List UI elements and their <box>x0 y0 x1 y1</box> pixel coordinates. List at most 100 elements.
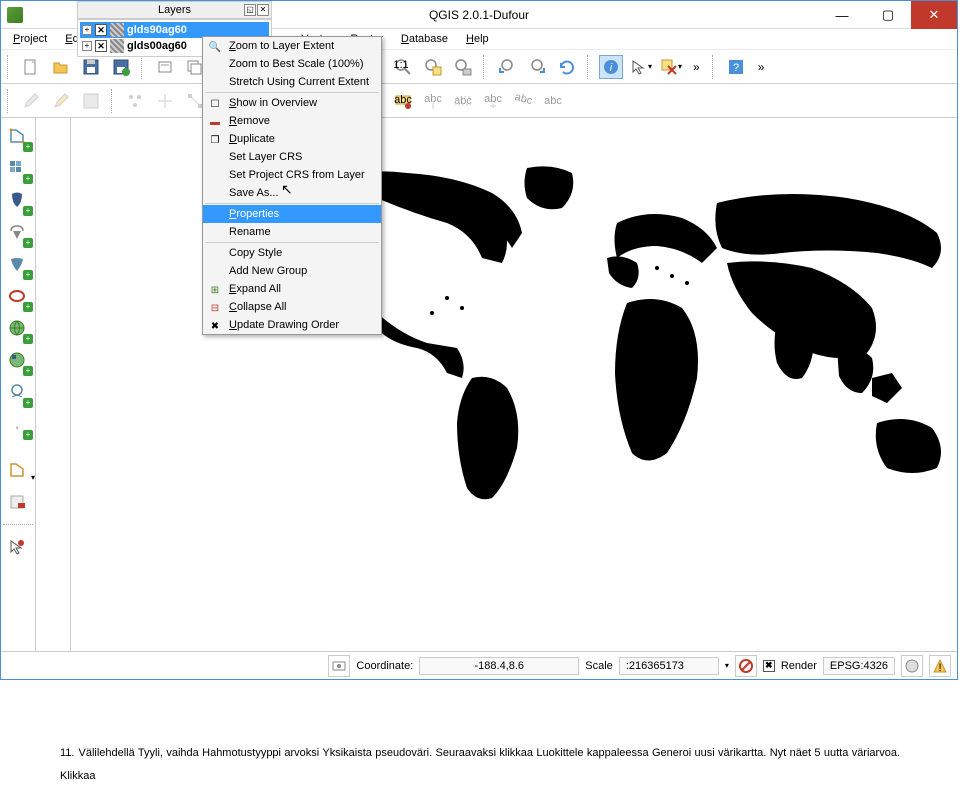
map-canvas[interactable] <box>307 118 957 651</box>
zoom-layer-button[interactable] <box>451 55 475 79</box>
label-change-button: abc <box>541 89 565 113</box>
qgis-icon <box>7 7 23 23</box>
gps-button[interactable] <box>3 533 31 561</box>
cm-zoom-extent[interactable]: 🔍Zoom to Layer Extent <box>203 37 381 55</box>
svg-text:!: ! <box>938 662 941 674</box>
instruction-caption: 11.Välilehdellä Tyyli, vaihda Hahmotusty… <box>60 741 900 786</box>
remove-icon: ▬ <box>207 114 223 130</box>
cm-stretch[interactable]: Stretch Using Current Extent <box>203 73 381 91</box>
add-wms-button[interactable]: + <box>3 314 31 342</box>
add-spatialite-button[interactable]: + <box>3 218 31 246</box>
zoom-selection-button[interactable] <box>421 55 445 79</box>
toolbar-edit: abc abc abc abc abc abc abc <box>1 84 957 118</box>
cm-update-order[interactable]: ✖Update Drawing Order <box>203 316 381 334</box>
zoom-last-button[interactable] <box>495 55 519 79</box>
coordinate-field[interactable]: -188.4,8.6 <box>419 657 579 675</box>
label-move-button: abc <box>481 89 505 113</box>
menu-project[interactable]: Project <box>5 31 55 47</box>
checkmark-icon: ✖ <box>207 318 223 334</box>
help-button[interactable]: ? <box>724 55 748 79</box>
messages-icon[interactable]: ! <box>929 655 951 677</box>
raster-layer-icon <box>110 23 124 37</box>
label-rotate-button: abc <box>511 89 535 113</box>
zoom-full-button[interactable]: 1:1 <box>391 55 415 79</box>
window-title: QGIS 2.0.1-Dufour <box>429 8 529 22</box>
checkbox-icon: ☐ <box>207 96 223 112</box>
cm-show-overview[interactable]: ☐Show in Overview <box>203 94 381 112</box>
save-as-button[interactable] <box>109 55 133 79</box>
svg-text:,: , <box>15 419 18 431</box>
world-map-raster <box>317 148 957 508</box>
panel-close-button[interactable]: ✕ <box>257 4 269 16</box>
cm-zoom-best[interactable]: Zoom to Best Scale (100%) <box>203 55 381 73</box>
expand-icon[interactable]: + <box>82 25 92 35</box>
svg-text:abc: abc <box>484 93 502 105</box>
zoom-icon: 🔍 <box>207 39 223 55</box>
select-button[interactable]: ▾ <box>629 55 653 79</box>
layer-name: glds90ag60 <box>127 24 187 36</box>
menu-database[interactable]: Database <box>393 31 456 47</box>
cm-set-layer-crs[interactable]: Set Layer CRS <box>203 148 381 166</box>
toggle-editing-button <box>49 89 73 113</box>
add-postgis-button[interactable]: + <box>3 186 31 214</box>
cm-rename[interactable]: Rename <box>203 223 381 241</box>
menu-help[interactable]: Help <box>458 31 497 47</box>
add-oracle-button[interactable]: + <box>3 282 31 310</box>
cm-add-group[interactable]: Add New Group <box>203 262 381 280</box>
zoom-next-button[interactable] <box>525 55 549 79</box>
svg-text:1:1: 1:1 <box>394 59 409 71</box>
toolbar-overflow-2[interactable]: » <box>754 60 769 74</box>
svg-text:abc: abc <box>544 95 562 107</box>
scale-field[interactable]: :216365173 <box>619 657 719 675</box>
add-mssql-button[interactable]: + <box>3 250 31 278</box>
svg-text:?: ? <box>733 62 739 74</box>
cm-collapse-all[interactable]: ⊟Collapse All <box>203 298 381 316</box>
cursor-icon: ↖ <box>281 181 293 198</box>
render-checkbox[interactable]: ✖ <box>763 660 775 672</box>
statusbar: Coordinate: -188.4,8.6 Scale :216365173 … <box>1 651 957 679</box>
deselect-button[interactable]: ▾ <box>659 55 683 79</box>
cm-duplicate[interactable]: ❐Duplicate <box>203 130 381 148</box>
cm-copy-style[interactable]: Copy Style <box>203 244 381 262</box>
cm-remove[interactable]: ▬Remove <box>203 112 381 130</box>
label-pin-button: abc <box>421 89 445 113</box>
extents-icon[interactable] <box>328 655 350 677</box>
cm-expand-all[interactable]: ⊞Expand All <box>203 280 381 298</box>
collapse-icon: ⊟ <box>207 300 223 316</box>
add-wcs-button[interactable]: + <box>3 346 31 374</box>
expand-icon: ⊞ <box>207 282 223 298</box>
save-project-button[interactable] <box>79 55 103 79</box>
label-highlight-button: abc <box>451 89 475 113</box>
add-wfs-button[interactable]: + <box>3 378 31 406</box>
add-delimited-button[interactable]: ,+ <box>3 410 31 438</box>
add-raster-button[interactable]: + <box>3 154 31 182</box>
identify-button[interactable]: i <box>599 55 623 79</box>
cm-properties[interactable]: Properties <box>203 205 381 223</box>
crs-field[interactable]: EPSG:4326 <box>823 657 895 675</box>
panel-undock-button[interactable]: ◱ <box>244 4 256 16</box>
render-label: Render <box>781 660 817 672</box>
main-area: + + + + + + + + + ,+ ▾ Layers ◱ ✕ <box>1 118 957 651</box>
label-config-button[interactable]: abc <box>391 89 415 113</box>
add-vector-button[interactable]: + <box>3 122 31 150</box>
close-button[interactable]: ✕ <box>911 1 957 29</box>
add-layer-toolbar: + + + + + + + + + ,+ ▾ <box>1 118 36 651</box>
layer-checkbox[interactable]: ✕ <box>95 40 107 52</box>
maximize-button[interactable]: ▢ <box>865 1 911 29</box>
refresh-button[interactable] <box>555 55 579 79</box>
remove-layer-button[interactable] <box>3 488 31 516</box>
add-feature-button <box>123 89 147 113</box>
expand-icon[interactable]: + <box>82 41 92 51</box>
open-project-button[interactable] <box>49 55 73 79</box>
new-print-composer-button[interactable] <box>153 55 177 79</box>
crs-status-icon[interactable] <box>901 655 923 677</box>
minimize-button[interactable]: — <box>819 1 865 29</box>
new-vector-button[interactable]: ▾ <box>3 456 31 484</box>
scale-label: Scale <box>585 660 613 672</box>
layers-panel-title: Layers ◱ ✕ <box>77 1 272 19</box>
layer-checkbox[interactable]: ✕ <box>95 24 107 36</box>
toolbar-overflow-1[interactable]: » <box>689 60 704 74</box>
edit-pencil-button <box>19 89 43 113</box>
stop-render-icon[interactable] <box>735 655 757 677</box>
new-project-button[interactable] <box>19 55 43 79</box>
